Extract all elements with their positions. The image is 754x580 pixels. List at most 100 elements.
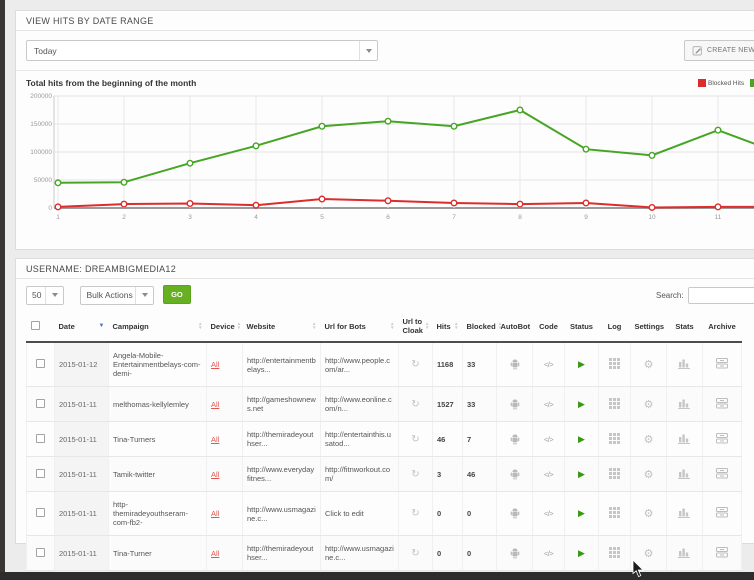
date-range-select[interactable]: Today: [26, 40, 378, 61]
svg-text:100000: 100000: [30, 149, 52, 156]
code-icon[interactable]: </>: [544, 435, 553, 444]
code-icon[interactable]: </>: [544, 360, 553, 369]
archive-icon[interactable]: [716, 398, 728, 409]
log-grid-icon[interactable]: [609, 433, 620, 444]
chart-legend: Blocked Hits Valid Hits: [698, 79, 754, 87]
row-checkbox[interactable]: [36, 434, 45, 443]
legend-item-valid: Valid Hits: [750, 79, 754, 87]
archive-icon[interactable]: [716, 433, 728, 444]
status-play-icon[interactable]: ▶: [578, 508, 585, 518]
bar-chart-icon[interactable]: [678, 358, 691, 369]
cloak-refresh-icon[interactable]: ↻: [411, 469, 419, 480]
sort-icon: ▲▼: [237, 322, 241, 330]
url-for-bots-cell[interactable]: http://entertainthis.usatod...: [325, 430, 391, 448]
url-for-bots-cell[interactable]: http://fitnworkout.com/: [325, 465, 390, 483]
android-icon[interactable]: [509, 397, 521, 410]
url-for-bots-cell[interactable]: http://www.people.com/ar...: [325, 356, 390, 374]
device-link[interactable]: All: [211, 400, 219, 409]
column-header-device[interactable]: Device: [211, 322, 235, 331]
cloak-refresh-icon[interactable]: ↻: [411, 548, 419, 559]
device-link[interactable]: All: [211, 435, 219, 444]
device-link[interactable]: All: [211, 509, 219, 518]
log-grid-icon[interactable]: [609, 547, 620, 558]
page-size-select[interactable]: 50: [26, 286, 64, 305]
search-label: Search:: [656, 291, 684, 300]
select-all-checkbox[interactable]: [31, 321, 40, 330]
date-range-value: Today: [34, 46, 57, 56]
log-grid-icon[interactable]: [609, 507, 620, 518]
url-for-bots-cell[interactable]: Click to edit: [325, 509, 364, 518]
device-link[interactable]: All: [211, 549, 219, 558]
device-link[interactable]: All: [211, 470, 219, 479]
log-grid-icon[interactable]: [609, 468, 620, 479]
create-new-campaign-button[interactable]: CREATE NEW CAMPAIGN: [684, 40, 754, 61]
code-icon[interactable]: </>: [544, 400, 553, 409]
status-play-icon[interactable]: ▶: [578, 399, 585, 409]
bar-chart-icon[interactable]: [678, 547, 691, 558]
svg-text:3: 3: [188, 214, 192, 221]
gear-icon[interactable]: ⚙: [644, 359, 654, 371]
search-input[interactable]: [688, 287, 754, 304]
archive-icon[interactable]: [716, 468, 728, 479]
bar-chart-icon[interactable]: [678, 398, 691, 409]
row-checkbox[interactable]: [36, 359, 45, 368]
archive-icon[interactable]: [716, 547, 728, 558]
gear-icon[interactable]: ⚙: [644, 399, 654, 411]
blocked-cell: 33: [467, 360, 475, 369]
bar-chart-icon[interactable]: [678, 468, 691, 479]
gear-icon[interactable]: ⚙: [644, 434, 654, 446]
gear-icon[interactable]: ⚙: [644, 469, 654, 481]
log-grid-icon[interactable]: [609, 358, 620, 369]
column-header-url-to-cloak[interactable]: Url to Cloak: [403, 317, 423, 335]
log-grid-icon[interactable]: [609, 398, 620, 409]
code-icon[interactable]: </>: [544, 470, 553, 479]
cloak-refresh-icon[interactable]: ↻: [411, 399, 419, 410]
go-button[interactable]: GO: [163, 285, 191, 304]
cloak-refresh-icon[interactable]: ↻: [411, 434, 419, 445]
url-for-bots-cell[interactable]: http://www.usmagazine.c...: [325, 544, 394, 562]
svg-text:2: 2: [122, 214, 126, 221]
archive-icon[interactable]: [716, 358, 728, 369]
cloak-refresh-icon[interactable]: ↻: [411, 508, 419, 519]
column-header-campaign[interactable]: Campaign: [113, 322, 149, 331]
svg-text:10: 10: [648, 214, 656, 221]
android-icon[interactable]: [509, 467, 521, 480]
website-cell: http://themiradeyouthser...: [247, 430, 313, 448]
row-checkbox[interactable]: [36, 469, 45, 478]
row-checkbox[interactable]: [36, 548, 45, 557]
status-play-icon[interactable]: ▶: [578, 548, 585, 558]
android-icon[interactable]: [509, 506, 521, 519]
column-header-blocked[interactable]: Blocked: [467, 322, 496, 331]
column-header-hits[interactable]: Hits: [437, 322, 451, 331]
column-header-autobot: AutoBot: [501, 322, 531, 331]
android-icon[interactable]: [509, 546, 521, 559]
row-checkbox[interactable]: [36, 508, 45, 517]
column-header-website[interactable]: Website: [247, 322, 276, 331]
column-header-settings: Settings: [635, 322, 665, 331]
status-play-icon[interactable]: ▶: [578, 469, 585, 479]
svg-text:7: 7: [452, 214, 456, 221]
status-play-icon[interactable]: ▶: [578, 359, 585, 369]
blocked-cell: 0: [467, 509, 471, 518]
archive-icon[interactable]: [716, 507, 728, 518]
blocked-cell: 7: [467, 435, 471, 444]
gear-icon[interactable]: ⚙: [644, 508, 654, 520]
gear-icon[interactable]: ⚙: [644, 548, 654, 560]
code-icon[interactable]: </>: [544, 509, 553, 518]
cloak-refresh-icon[interactable]: ↻: [411, 359, 419, 370]
column-header-archive: Archive: [708, 322, 736, 331]
bar-chart-icon[interactable]: [678, 507, 691, 518]
status-play-icon[interactable]: ▶: [578, 434, 585, 444]
bulk-actions-select[interactable]: Bulk Actions: [80, 286, 154, 305]
url-for-bots-cell[interactable]: http://www.eonline.com/n...: [325, 395, 392, 413]
code-icon[interactable]: </>: [544, 549, 553, 558]
column-header-url-for-bots[interactable]: Url for Bots: [325, 322, 366, 331]
android-icon[interactable]: [509, 432, 521, 445]
bar-chart-icon[interactable]: [678, 433, 691, 444]
device-link[interactable]: All: [211, 360, 219, 369]
android-icon[interactable]: [509, 357, 521, 370]
blocked-cell: 0: [467, 549, 471, 558]
row-checkbox[interactable]: [36, 399, 45, 408]
column-header-date[interactable]: Date: [59, 322, 75, 331]
campaigns-panel: USERNAME: DREAMBIGMEDIA12 50 Bulk Action…: [15, 258, 754, 544]
